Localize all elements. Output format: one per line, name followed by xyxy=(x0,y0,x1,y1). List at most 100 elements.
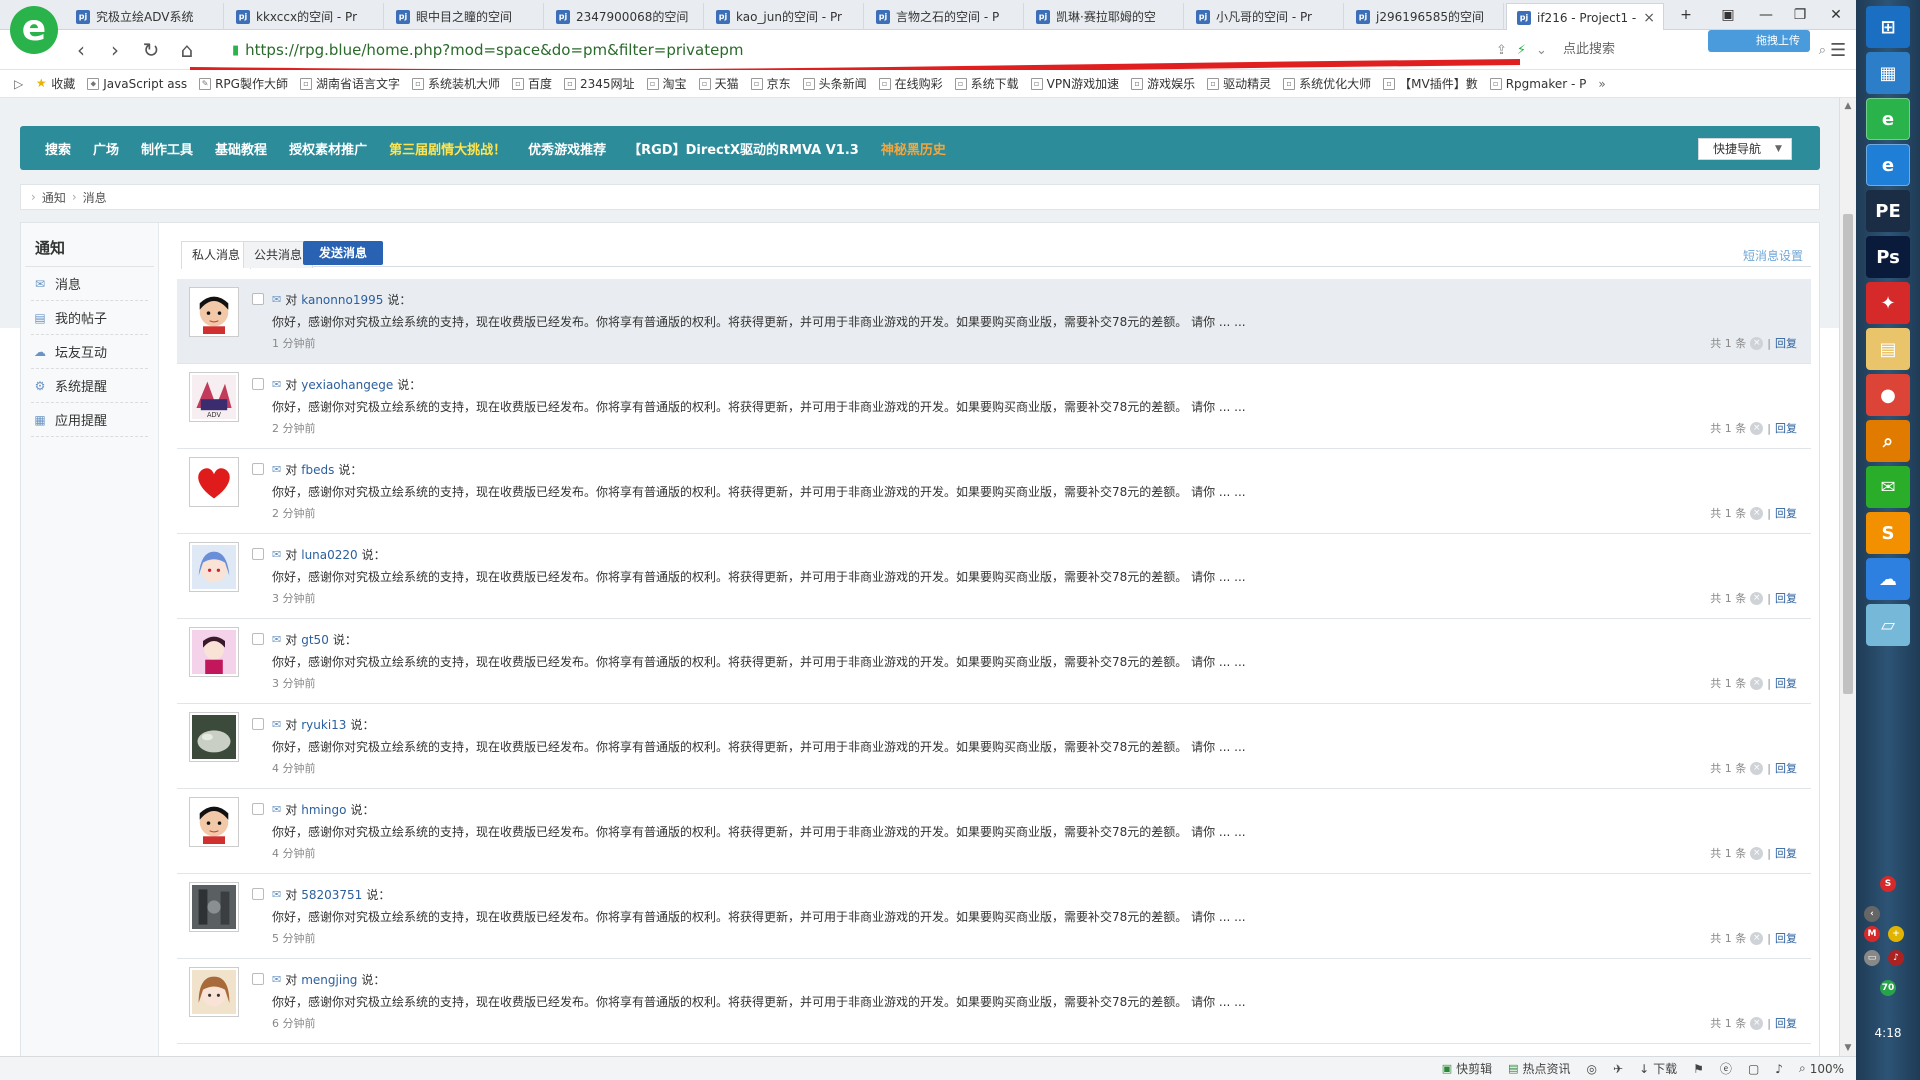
message-body[interactable]: 你好，感谢你对究极立绘系统的支持，现在收费版已经发布。你将享有普通版的权利。将获… xyxy=(272,313,1246,330)
message-checkbox[interactable] xyxy=(252,718,264,730)
message-checkbox[interactable] xyxy=(252,548,264,560)
message-username[interactable]: kanonno1995 xyxy=(301,293,383,307)
bookmark-item[interactable]: ▫ 头条新闻 xyxy=(802,75,867,92)
bookmark-item[interactable]: ▫ 系统下载 xyxy=(954,75,1019,92)
browser-tab[interactable]: pj 眼中目之瞳的空间 xyxy=(386,3,544,30)
delete-message-icon[interactable]: × xyxy=(1750,676,1764,690)
notepad-icon[interactable]: ▱ xyxy=(1866,604,1910,646)
upload-button[interactable]: 拖拽上传 xyxy=(1708,30,1810,52)
message-body[interactable]: 你好，感谢你对究极立绘系统的支持，现在收费版已经发布。你将享有普通版的权利。将获… xyxy=(272,653,1246,670)
status-zoom[interactable]: ⌕ 100% xyxy=(1799,1061,1844,1076)
avatar[interactable]: ADV xyxy=(189,372,239,422)
message-body[interactable]: 你好，感谢你对究极立绘系统的支持，现在收费版已经发布。你将享有普通版的权利。将获… xyxy=(272,823,1246,840)
message-checkbox[interactable] xyxy=(252,888,264,900)
browser-tab[interactable]: pj 凯琳·赛拉耶姆的空 xyxy=(1026,3,1184,30)
send-message-button[interactable]: 发送消息 xyxy=(303,241,383,265)
status-quick-clip[interactable]: ▣ 快剪辑 xyxy=(1442,1060,1492,1077)
status-hot-news[interactable]: ▤ 热点资讯 xyxy=(1508,1060,1570,1077)
bookmark-item[interactable]: ▫ 游戏娱乐 xyxy=(1131,75,1195,92)
ie-icon[interactable]: e xyxy=(1866,144,1910,186)
explorer-icon[interactable]: ▤ xyxy=(1866,328,1910,370)
message-username[interactable]: fbeds xyxy=(301,463,334,477)
avatar[interactable] xyxy=(189,627,239,677)
bookmark-item[interactable]: ▫ 驱动精灵 xyxy=(1207,75,1271,92)
site-nav-item[interactable]: 第三届剧情大挑战！ xyxy=(378,139,517,158)
bookmark-item[interactable]: ▫ 湖南省语言文字 xyxy=(299,75,400,92)
sublime-icon[interactable]: S xyxy=(1866,512,1910,554)
site-nav-item[interactable]: 神秘黑历史 xyxy=(870,139,957,158)
browser-logo[interactable]: e xyxy=(10,6,58,54)
sidebar-toggle-icon[interactable]: ▷ xyxy=(14,77,23,91)
tray-expand-icon[interactable]: ‹ xyxy=(1864,906,1880,922)
menu-icon[interactable]: ☰ xyxy=(1830,40,1846,61)
scroll-up-arrow[interactable]: ▲ xyxy=(1840,98,1856,114)
reply-link[interactable]: 回复 xyxy=(1775,335,1797,351)
reply-link[interactable]: 回复 xyxy=(1775,675,1797,691)
site-nav-item[interactable]: 制作工具 xyxy=(130,139,204,158)
delete-message-icon[interactable]: × xyxy=(1750,506,1764,520)
minimize-button[interactable]: — xyxy=(1750,4,1782,26)
message-body[interactable]: 你好，感谢你对究极立绘系统的支持，现在收费版已经发布。你将享有普通版的权利。将获… xyxy=(272,738,1246,755)
message-username[interactable]: yexiaohangege xyxy=(301,378,393,392)
reply-link[interactable]: 回复 xyxy=(1775,420,1797,436)
badge-tray-icon[interactable]: 70 xyxy=(1880,980,1896,996)
restore-button[interactable]: ❐ xyxy=(1784,4,1816,26)
search-icon[interactable]: ⌕ xyxy=(1819,43,1826,58)
page-scrollbar[interactable]: ▲ ▼ xyxy=(1839,98,1856,1056)
gmail-tray-icon[interactable]: M xyxy=(1864,926,1880,942)
back-button[interactable]: ‹ xyxy=(68,37,94,63)
sogou-tray-icon[interactable]: S xyxy=(1880,876,1896,892)
chrome-icon[interactable]: ● xyxy=(1866,374,1910,416)
windows-start-icon[interactable]: ⊞ xyxy=(1866,6,1910,48)
browser-tab[interactable]: pj if216 - Project1 - × xyxy=(1506,3,1664,31)
delete-message-icon[interactable]: × xyxy=(1750,336,1764,350)
delete-message-icon[interactable]: × xyxy=(1750,846,1764,860)
delete-message-icon[interactable]: × xyxy=(1750,421,1764,435)
chevron-down-icon[interactable]: ⌄ xyxy=(1536,43,1547,58)
status-browser-icon[interactable]: ◎ xyxy=(1587,1062,1597,1076)
browser-tab[interactable]: pj kao_jun的空间 - Pr xyxy=(706,3,864,30)
breadcrumb-messages[interactable]: 消息 xyxy=(83,189,107,206)
status-sound[interactable]: ♪ xyxy=(1775,1062,1783,1076)
scrollbar-thumb[interactable] xyxy=(1843,214,1853,694)
sidebar-item[interactable]: ✉ 消息 xyxy=(31,267,148,301)
share-icon[interactable]: ⇪ xyxy=(1496,43,1507,58)
message-checkbox[interactable] xyxy=(252,633,264,645)
message-body[interactable]: 你好，感谢你对究极立绘系统的支持，现在收费版已经发布。你将享有普通版的权利。将获… xyxy=(272,568,1246,585)
forward-button[interactable]: › xyxy=(102,37,128,63)
plus-tray-icon[interactable]: + xyxy=(1888,926,1904,942)
avatar[interactable] xyxy=(189,542,239,592)
sidebar-item[interactable]: ⚙ 系统提醒 xyxy=(31,369,148,403)
status-window[interactable]: ▢ xyxy=(1748,1062,1759,1076)
message-checkbox[interactable] xyxy=(252,463,264,475)
photoshop-icon[interactable]: Ps xyxy=(1866,236,1910,278)
bookmark-item[interactable]: ⬥ JavaScript ass xyxy=(87,75,187,92)
wechat-icon[interactable]: ✉ xyxy=(1866,466,1910,508)
message-username[interactable]: mengjing xyxy=(301,973,357,987)
site-nav-item[interactable]: 【RGD】DirectX驱动的RMVA V1.3 xyxy=(617,139,870,158)
bookmark-item[interactable]: ▫ 系统装机大师 xyxy=(411,75,500,92)
tab-private-messages[interactable]: 私人消息 xyxy=(181,241,252,269)
shirt-skin-icon[interactable]: ▣ xyxy=(1712,4,1744,26)
delete-message-icon[interactable]: × xyxy=(1750,591,1764,605)
browser-tab[interactable]: pj kkxccx的空间 - Pr xyxy=(226,3,384,30)
site-nav-item[interactable]: 基础教程 xyxy=(204,139,278,158)
bookmark-item[interactable]: ▫ 2345网址 xyxy=(564,75,635,92)
browser-tab[interactable]: pj 小凡哥的空间 - Pr xyxy=(1186,3,1344,30)
message-body[interactable]: 你好，感谢你对究极立绘系统的支持，现在收费版已经发布。你将享有普通版的权利。将获… xyxy=(272,398,1246,415)
search-tool-icon[interactable]: ⌕ xyxy=(1866,420,1910,462)
message-body[interactable]: 你好，感谢你对究极立绘系统的支持，现在收费版已经发布。你将享有普通版的权利。将获… xyxy=(272,993,1246,1010)
quick-nav-dropdown[interactable]: 快捷导航 ▼ xyxy=(1698,138,1792,160)
close-tab-icon[interactable]: × xyxy=(1643,10,1655,26)
close-window-button[interactable]: ✕ xyxy=(1820,4,1852,26)
app-grid-icon[interactable]: ▦ xyxy=(1866,52,1910,94)
site-nav-item[interactable]: 广场 xyxy=(82,139,130,158)
browser-tab[interactable]: pj 言物之石的空间 - P xyxy=(866,3,1024,30)
site-nav-item[interactable]: 搜索 xyxy=(34,139,82,158)
new-tab-button[interactable]: + xyxy=(1670,4,1702,26)
message-username[interactable]: 58203751 xyxy=(301,888,362,902)
pe-icon[interactable]: PE xyxy=(1866,190,1910,232)
status-ie[interactable]: ⓔ xyxy=(1720,1060,1732,1077)
browser-tab[interactable]: pj 究极立绘ADV系统 xyxy=(66,3,224,30)
message-checkbox[interactable] xyxy=(252,378,264,390)
